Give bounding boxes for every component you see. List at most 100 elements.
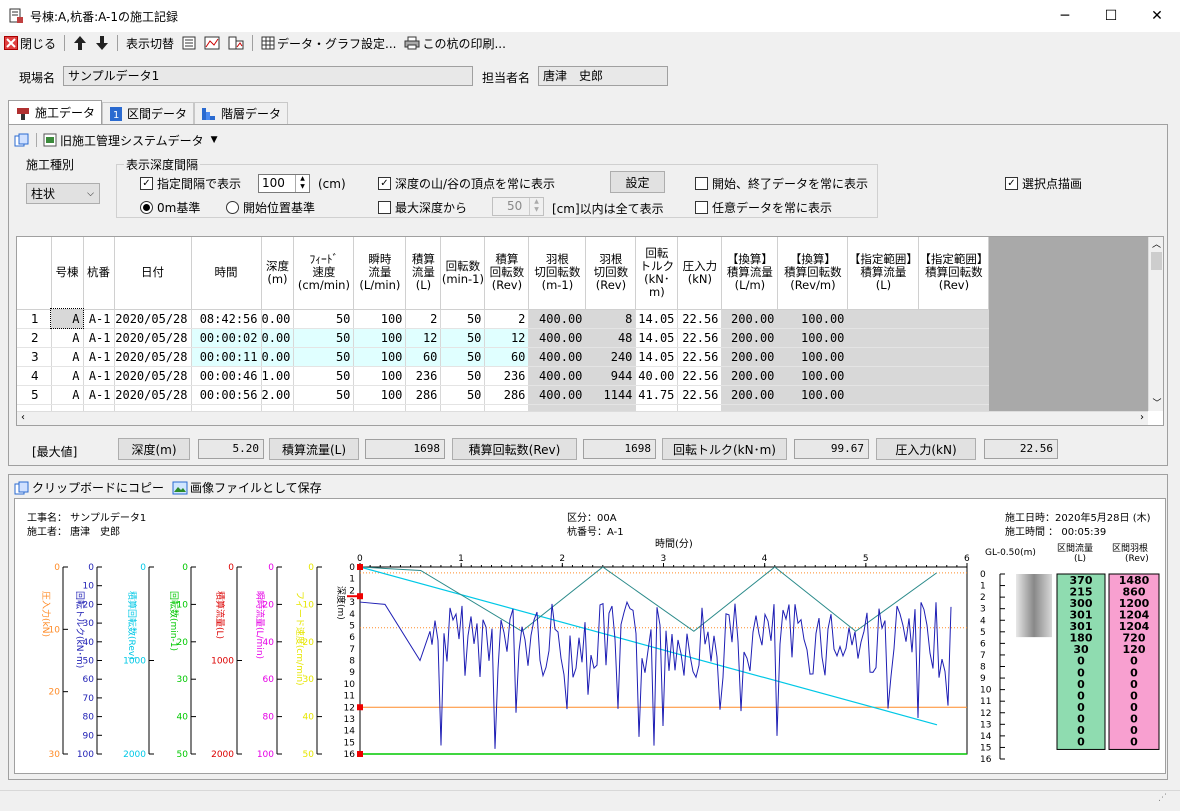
vertical-scrollbar[interactable]: ︿ ﹀ <box>1148 237 1163 411</box>
table-cell[interactable]: 8 <box>585 309 637 329</box>
table-cell[interactable]: 1.00 <box>261 366 295 386</box>
prev-button[interactable] <box>71 33 89 53</box>
table-cell[interactable]: 22.56 <box>677 309 723 329</box>
table-cell[interactable]: A <box>50 308 84 329</box>
copy-clipboard-button[interactable]: クリップボードにコピー <box>14 479 164 496</box>
column-header[interactable]: 【指定範囲】 積算流量 (L) <box>847 237 920 310</box>
row-number[interactable]: 5 <box>17 385 52 405</box>
column-header[interactable]: 回転数 (min-1) <box>440 237 486 310</box>
table-cell[interactable]: 200.00 <box>721 328 779 348</box>
save-image-button[interactable]: 画像ファイルとして保存 <box>172 479 322 496</box>
scroll-down-icon[interactable]: ﹀ <box>1149 396 1163 409</box>
table-cell[interactable]: 00:00:46 <box>191 366 262 386</box>
view-switch-button[interactable]: 表示切替 <box>124 33 176 53</box>
construction-type-select[interactable]: 柱状 ⌵ <box>26 183 100 204</box>
minimize-button[interactable]: ─ <box>1042 0 1088 32</box>
table-cell[interactable] <box>918 347 990 367</box>
table-cell[interactable]: 22.56 <box>677 366 723 386</box>
column-header[interactable]: 羽根 切回数 (Rev) <box>585 237 637 310</box>
next-button[interactable] <box>93 33 111 53</box>
settings-button[interactable]: 設定 <box>610 171 665 193</box>
table-cell[interactable]: 14.05 <box>635 328 679 348</box>
table-cell[interactable]: 2 <box>484 309 530 329</box>
column-header[interactable]: 積算 流量 (L) <box>405 237 442 310</box>
table-cell[interactable]: 286 <box>484 385 530 405</box>
table-row[interactable]: 5 A A-1 2020/05/28 00:00:56 2.00 50 100 286 50 286… <box>17 385 990 405</box>
table-cell[interactable]: 944 <box>585 366 637 386</box>
table-cell[interactable]: 60 <box>484 347 530 367</box>
spinner-icon[interactable]: ▲ ▼ <box>295 175 309 192</box>
tab-layer-data[interactable]: 階層データ <box>194 102 289 124</box>
table-view-button[interactable] <box>180 33 198 53</box>
max-torque-button[interactable]: 回転トルク(kN･m) <box>662 438 787 460</box>
person-field[interactable]: 唐津 史郎 <box>538 66 668 86</box>
table-cell[interactable]: A-1 <box>83 309 115 329</box>
column-header[interactable]: 積算 回転数 (Rev) <box>484 237 530 310</box>
table-cell[interactable]: 50 <box>440 366 486 386</box>
table-cell[interactable]: 50 <box>440 385 486 405</box>
table-cell[interactable]: 200.00 <box>721 309 779 329</box>
table-cell[interactable]: 400.00 <box>528 385 587 405</box>
table-cell[interactable]: 2.00 <box>261 385 295 405</box>
table-cell[interactable]: 240 <box>585 347 637 367</box>
table-cell[interactable]: 00:00:02 <box>191 328 262 348</box>
max-rev-button[interactable]: 積算回転数(Rev) <box>452 438 577 460</box>
table-cell[interactable]: 12 <box>405 328 442 348</box>
column-header[interactable]: 回転 トルク (kN･m) <box>635 237 679 310</box>
table-cell[interactable] <box>847 347 920 367</box>
data-graph-settings-button[interactable]: データ・グラフ設定... <box>259 33 398 53</box>
table-cell[interactable]: 1144 <box>585 385 637 405</box>
table-cell[interactable] <box>918 328 990 348</box>
table-cell[interactable]: 50 <box>293 366 355 386</box>
table-cell[interactable]: 50 <box>293 385 355 405</box>
max-depth-checkbox[interactable]: 最大深度から <box>378 199 467 216</box>
table-cell[interactable]: 50 <box>293 347 355 367</box>
table-cell[interactable]: 40.00 <box>635 366 679 386</box>
table-cell[interactable]: 2020/05/28 <box>114 309 192 329</box>
column-header[interactable]: ﾌｨｰﾄﾞ 速度 (cm/min) <box>293 237 355 310</box>
table-cell[interactable]: 100 <box>353 347 407 367</box>
scroll-left-icon[interactable]: ‹ <box>21 412 25 423</box>
table-cell[interactable]: A <box>51 385 84 405</box>
table-cell[interactable]: 400.00 <box>528 309 587 329</box>
table-cell[interactable]: 236 <box>484 366 530 386</box>
scroll-thumb[interactable] <box>1151 252 1162 270</box>
column-header[interactable]: 【指定範囲】 積算回転数 (Rev) <box>918 237 990 310</box>
copy-icon[interactable] <box>14 133 30 147</box>
column-header[interactable]: 羽根 切回転数 (m-1) <box>528 237 587 310</box>
table-cell[interactable]: 50 <box>293 309 355 329</box>
table-row[interactable]: 1 A A-1 2020/05/28 08:42:56 0.00 50 100 2 50 2 400.… <box>17 308 990 329</box>
table-cell[interactable]: A <box>51 366 84 386</box>
table-cell[interactable]: 50 <box>293 328 355 348</box>
table-cell[interactable]: 100.00 <box>777 347 849 367</box>
table-cell[interactable]: 0.00 <box>261 347 295 367</box>
table-cell[interactable]: 48 <box>585 328 637 348</box>
interval-checkbox[interactable]: ✓ 指定間隔で表示 <box>140 175 241 192</box>
table-cell[interactable]: A-1 <box>83 385 115 405</box>
split-view-button[interactable] <box>226 33 246 53</box>
table-cell[interactable]: 00:00:11 <box>191 347 262 367</box>
table-cell[interactable] <box>847 328 920 348</box>
table-cell[interactable]: 400.00 <box>528 328 587 348</box>
peak-checkbox[interactable]: ✓ 深度の山/谷の頂点を常に表示 <box>378 175 555 192</box>
table-cell[interactable]: A <box>51 347 84 367</box>
table-cell[interactable]: 50 <box>440 347 486 367</box>
table-cell[interactable]: 200.00 <box>721 347 779 367</box>
table-cell[interactable]: 14.05 <box>635 309 679 329</box>
table-cell[interactable]: 100 <box>353 309 407 329</box>
table-cell[interactable]: 50 <box>440 328 486 348</box>
column-header[interactable]: 【換算】 積算流量 (L/m) <box>721 237 779 310</box>
table-row[interactable]: 4 A A-1 2020/05/28 00:00:46 1.00 50 100 236 50 236… <box>17 366 990 386</box>
table-cell[interactable]: 12 <box>484 328 530 348</box>
table-cell[interactable]: 400.00 <box>528 366 587 386</box>
table-cell[interactable] <box>918 366 990 386</box>
resize-grip-icon[interactable]: ⋰ <box>1158 793 1172 809</box>
table-cell[interactable]: 200.00 <box>721 366 779 386</box>
table-cell[interactable]: 236 <box>405 366 442 386</box>
table-cell[interactable]: A <box>51 328 84 348</box>
table-cell[interactable] <box>847 366 920 386</box>
row-number[interactable]: 2 <box>17 328 52 348</box>
table-cell[interactable] <box>918 309 990 329</box>
radio-start[interactable]: 開始位置基準 <box>226 199 315 216</box>
max-flow-button[interactable]: 積算流量(L) <box>269 438 359 460</box>
